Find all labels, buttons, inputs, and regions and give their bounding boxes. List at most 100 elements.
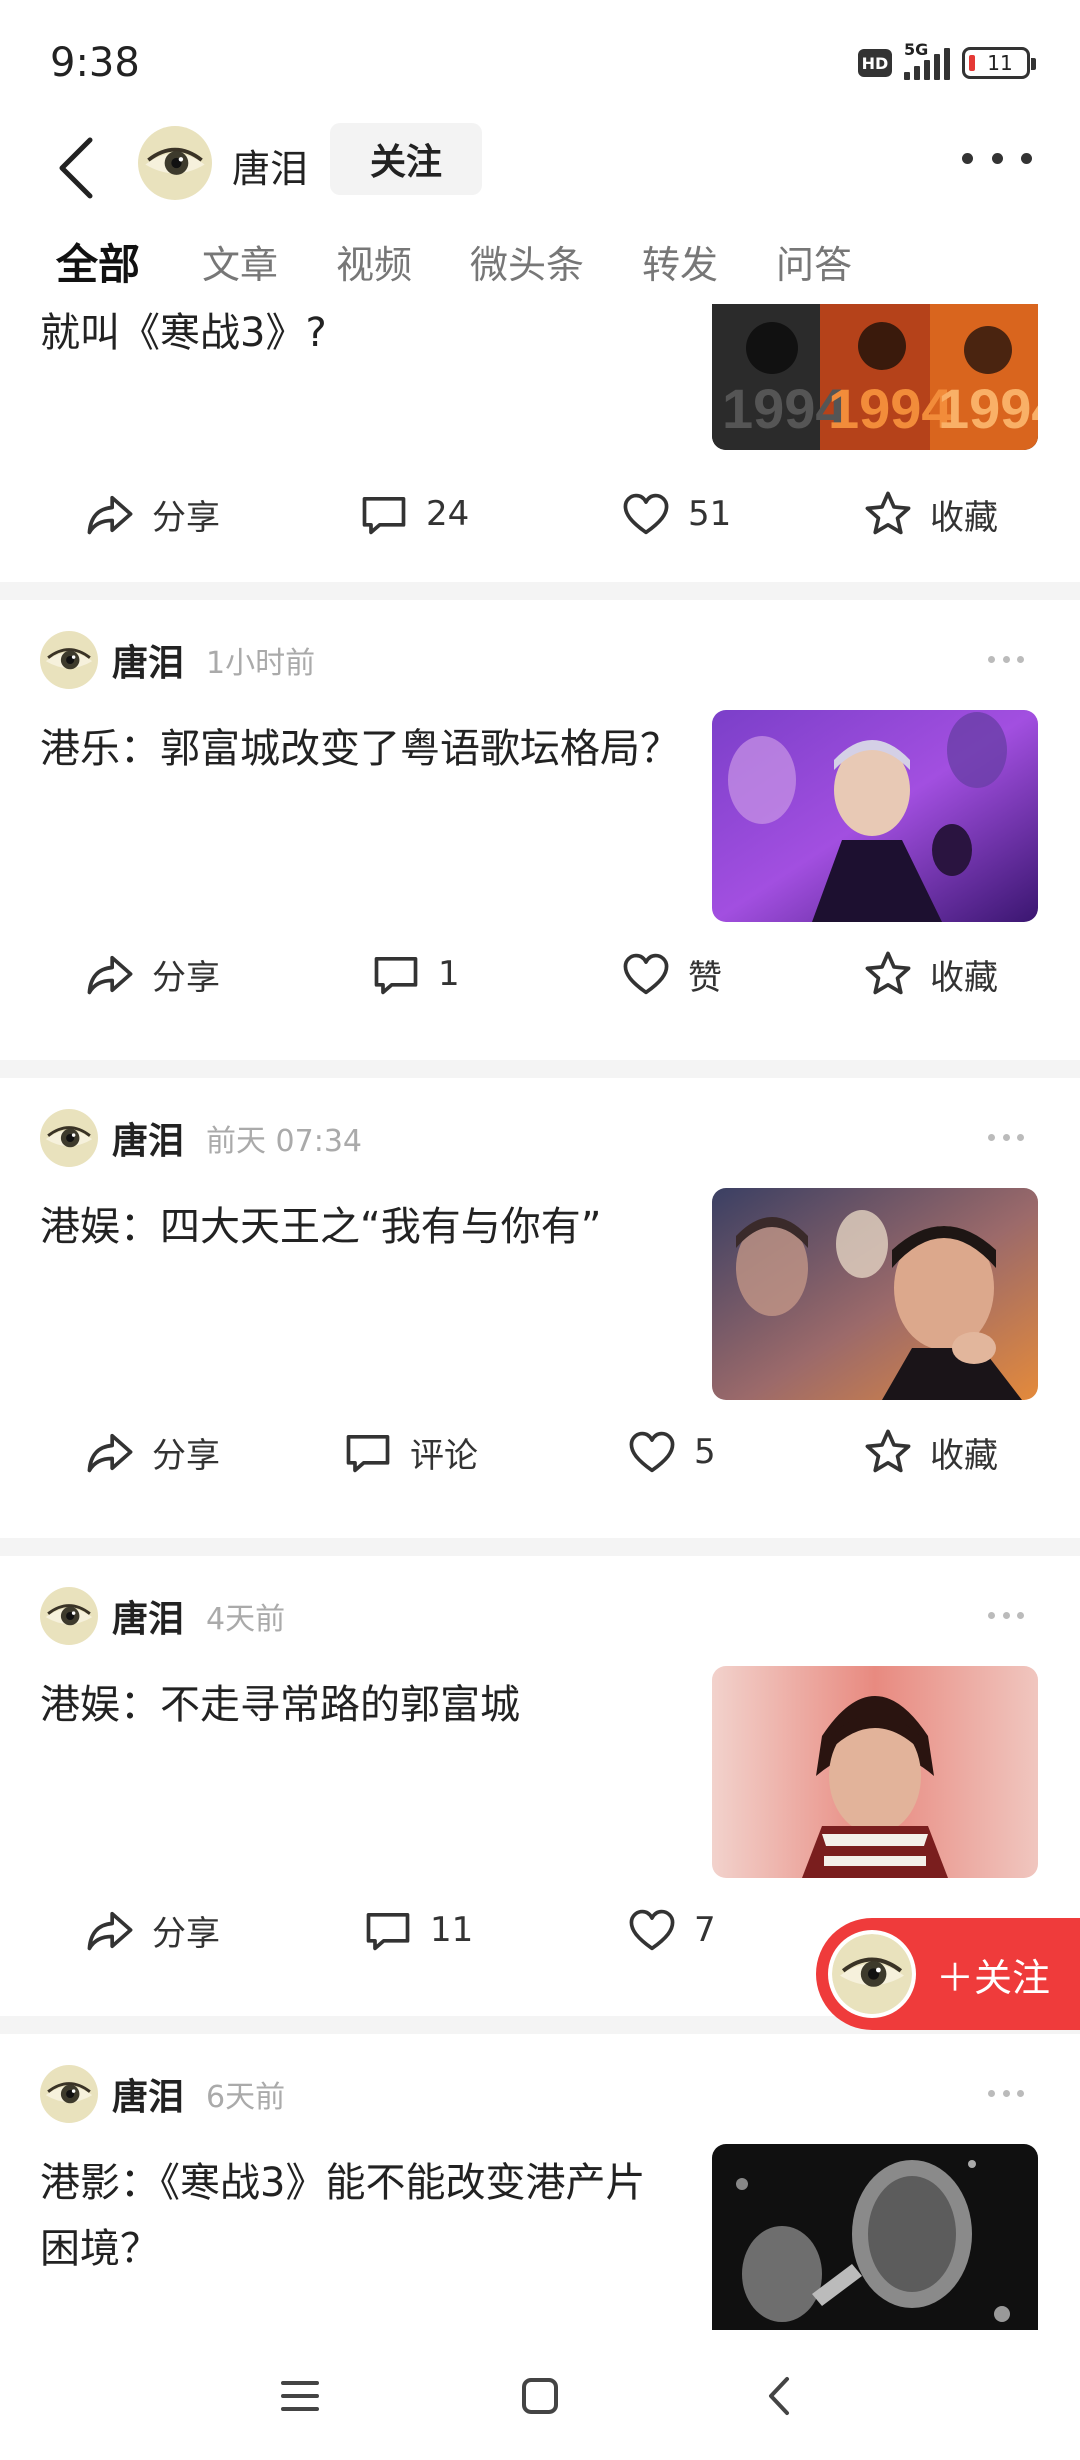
post-time: 1小时前 — [206, 646, 316, 681]
post-thumbnail[interactable] — [712, 710, 1038, 922]
comment-icon — [342, 1426, 394, 1478]
comment-button[interactable]: 1 — [370, 934, 460, 1014]
comment-count: 24 — [426, 494, 470, 534]
comment-button[interactable]: 评论 — [342, 1412, 478, 1492]
feed-card[interactable]: 唐泪 1小时前 港乐：郭富城改变了粤语歌坛格局？ 分享 1 赞 收藏 — [0, 600, 1080, 1060]
avatar[interactable] — [40, 631, 98, 689]
more-icon[interactable] — [988, 1134, 1024, 1144]
tab-articles[interactable]: 文章 — [202, 234, 278, 289]
avatar[interactable] — [40, 1587, 98, 1645]
feed-card[interactable]: 唐泪 6天前 港影：《寒战3》能不能改变港产片困境？ — [0, 2034, 1080, 2330]
share-button[interactable]: 分享 — [84, 474, 220, 554]
card-header: 唐泪 1小时前 — [40, 632, 315, 688]
floating-follow-label: ＋关注 — [936, 1955, 1051, 2000]
tab-micro-posts[interactable]: 微头条 — [470, 234, 584, 289]
divider — [0, 1060, 1080, 1078]
network-type: 5G — [904, 40, 929, 59]
comment-label: 评论 — [410, 1435, 478, 1476]
comment-icon — [370, 948, 422, 1000]
avatar[interactable] — [40, 2065, 98, 2123]
post-title[interactable]: 港影：《寒战3》能不能改变港产片困境？ — [40, 2150, 680, 2282]
status-time: 9:38 — [50, 40, 140, 86]
menu-icon — [281, 2381, 319, 2411]
like-icon — [626, 1426, 678, 1478]
author-name[interactable]: 唐泪 — [112, 2068, 184, 2120]
comment-count: 1 — [438, 954, 460, 994]
collect-button[interactable]: 收藏 — [862, 1412, 998, 1492]
divider — [0, 1538, 1080, 1556]
post-title[interactable]: 港乐：郭富城改变了粤语歌坛格局？ — [40, 716, 680, 782]
share-label: 分享 — [152, 1913, 220, 1954]
floating-follow-button[interactable]: ＋关注 — [816, 1918, 1080, 2030]
share-icon — [84, 948, 136, 1000]
comment-button[interactable]: 24 — [358, 474, 469, 554]
svg-text:1994: 1994 — [828, 377, 953, 440]
share-button[interactable]: 分享 — [84, 1412, 220, 1492]
nav-back-button[interactable] — [740, 2356, 820, 2436]
home-button[interactable] — [500, 2356, 580, 2436]
menu-button[interactable] — [260, 2356, 340, 2436]
share-label: 分享 — [152, 497, 220, 538]
feed-card[interactable]: 就叫《寒战3》? 1994 1994 1994 分享 24 — [0, 304, 1080, 582]
avatar[interactable] — [40, 1109, 98, 1167]
post-time: 6天前 — [206, 2080, 286, 2115]
avatar[interactable] — [138, 126, 212, 200]
comment-count: 11 — [430, 1910, 474, 1950]
more-icon[interactable] — [962, 138, 1032, 178]
header-author-name[interactable]: 唐泪 — [232, 138, 308, 193]
content-tabs: 全部 文章 视频 微头条 转发 问答 — [0, 234, 1080, 304]
post-thumbnail[interactable]: 1994 1994 1994 — [712, 304, 1038, 450]
like-icon — [626, 1904, 678, 1956]
post-title[interactable]: 就叫《寒战3》? — [40, 304, 680, 362]
share-button[interactable]: 分享 — [84, 934, 220, 1014]
hd-badge: HD — [858, 49, 892, 77]
tab-qa[interactable]: 问答 — [776, 234, 852, 289]
home-icon — [522, 2378, 558, 2414]
comment-icon — [358, 488, 410, 540]
post-thumbnail[interactable] — [712, 2144, 1038, 2330]
back-button[interactable] — [48, 128, 108, 208]
author-name[interactable]: 唐泪 — [112, 1112, 184, 1164]
like-button[interactable]: 赞 — [620, 934, 722, 1014]
author-name[interactable]: 唐泪 — [112, 634, 184, 686]
like-count: 51 — [688, 494, 732, 534]
like-icon — [620, 948, 672, 1000]
more-icon[interactable] — [988, 1612, 1024, 1622]
collect-label: 收藏 — [930, 957, 998, 998]
like-button[interactable]: 51 — [620, 474, 731, 554]
status-bar: 9:38 HD 5G 11 — [0, 0, 1080, 120]
post-title[interactable]: 港娱：不走寻常路的郭富城 — [40, 1672, 680, 1738]
signal-icon: 5G — [904, 40, 950, 80]
post-actions: 分享 评论 5 收藏 — [0, 1412, 1080, 1492]
comment-button[interactable]: 11 — [362, 1890, 473, 1970]
status-icons: HD 5G 11 — [858, 40, 1036, 80]
battery-level: 11 — [987, 51, 1013, 75]
like-count: 7 — [694, 1910, 716, 1950]
collect-button[interactable]: 收藏 — [862, 934, 998, 1014]
author-name[interactable]: 唐泪 — [112, 1590, 184, 1642]
collect-button[interactable]: 收藏 — [862, 474, 998, 554]
feed-card[interactable]: 唐泪 前天 07:34 港娱：四大天王之“我有与你有” 分享 评论 5 收藏 — [0, 1078, 1080, 1538]
card-header: 唐泪 前天 07:34 — [40, 1110, 362, 1166]
battery-icon: 11 — [962, 47, 1036, 79]
like-button[interactable]: 5 — [626, 1412, 716, 1492]
more-icon[interactable] — [988, 2090, 1024, 2100]
tab-reposts[interactable]: 转发 — [642, 234, 718, 289]
tab-videos[interactable]: 视频 — [336, 234, 412, 289]
post-thumbnail[interactable] — [712, 1188, 1038, 1400]
nav-back-icon — [769, 2377, 789, 2415]
divider — [0, 582, 1080, 600]
post-thumbnail[interactable] — [712, 1666, 1038, 1878]
share-icon — [84, 1904, 136, 1956]
collect-icon — [862, 1426, 914, 1478]
share-button[interactable]: 分享 — [84, 1890, 220, 1970]
share-label: 分享 — [152, 957, 220, 998]
tab-all[interactable]: 全部 — [56, 231, 140, 292]
share-icon — [84, 488, 136, 540]
card-header: 唐泪 4天前 — [40, 1588, 285, 1644]
like-button[interactable]: 7 — [626, 1890, 716, 1970]
more-icon[interactable] — [988, 656, 1024, 666]
post-title[interactable]: 港娱：四大天王之“我有与你有” — [40, 1194, 680, 1260]
follow-button[interactable]: 关注 — [330, 123, 482, 195]
like-label: 赞 — [688, 957, 722, 998]
